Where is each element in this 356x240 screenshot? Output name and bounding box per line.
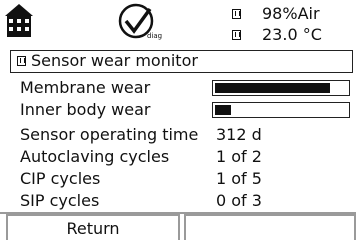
inner-body-wear-fill: [215, 105, 231, 115]
membrane-wear-label: Membrane wear: [20, 78, 151, 97]
sensor-wear-monitor-screen: diag 98%Air 23.0 °C Sensor wear monitor …: [0, 0, 356, 240]
return-softkey-label: Return: [66, 219, 120, 238]
cip-cycles-label: CIP cycles: [20, 169, 101, 188]
diag-check-icon: diag: [118, 3, 162, 41]
operating-time-value: 312 d: [216, 125, 262, 144]
memory-card-icon: [232, 9, 241, 19]
temperature-readout: 23.0 °C: [262, 25, 322, 44]
measuring-point-house-icon: [4, 3, 34, 38]
inner-body-wear-bar: [212, 102, 350, 118]
memory-card-icon: [17, 56, 26, 66]
return-softkey[interactable]: Return: [6, 214, 180, 240]
memory-card-icon: [232, 30, 241, 40]
svg-text:diag: diag: [147, 32, 162, 40]
autoclaving-cycles-value: 1 of 2: [216, 147, 262, 166]
right-softkey[interactable]: [184, 214, 356, 240]
membrane-wear-fill: [215, 83, 330, 93]
sip-cycles-label: SIP cycles: [20, 191, 100, 210]
sip-cycles-value: 0 of 3: [216, 191, 262, 210]
operating-time-label: Sensor operating time: [20, 125, 199, 144]
page-title: Sensor wear monitor: [31, 51, 198, 70]
membrane-wear-bar: [212, 80, 350, 96]
oxygen-saturation-readout: 98%Air: [262, 4, 320, 23]
menu-title-bar: Sensor wear monitor: [10, 50, 353, 73]
cip-cycles-value: 1 of 5: [216, 169, 262, 188]
inner-body-wear-label: Inner body wear: [20, 100, 151, 119]
autoclaving-cycles-label: Autoclaving cycles: [20, 147, 170, 166]
